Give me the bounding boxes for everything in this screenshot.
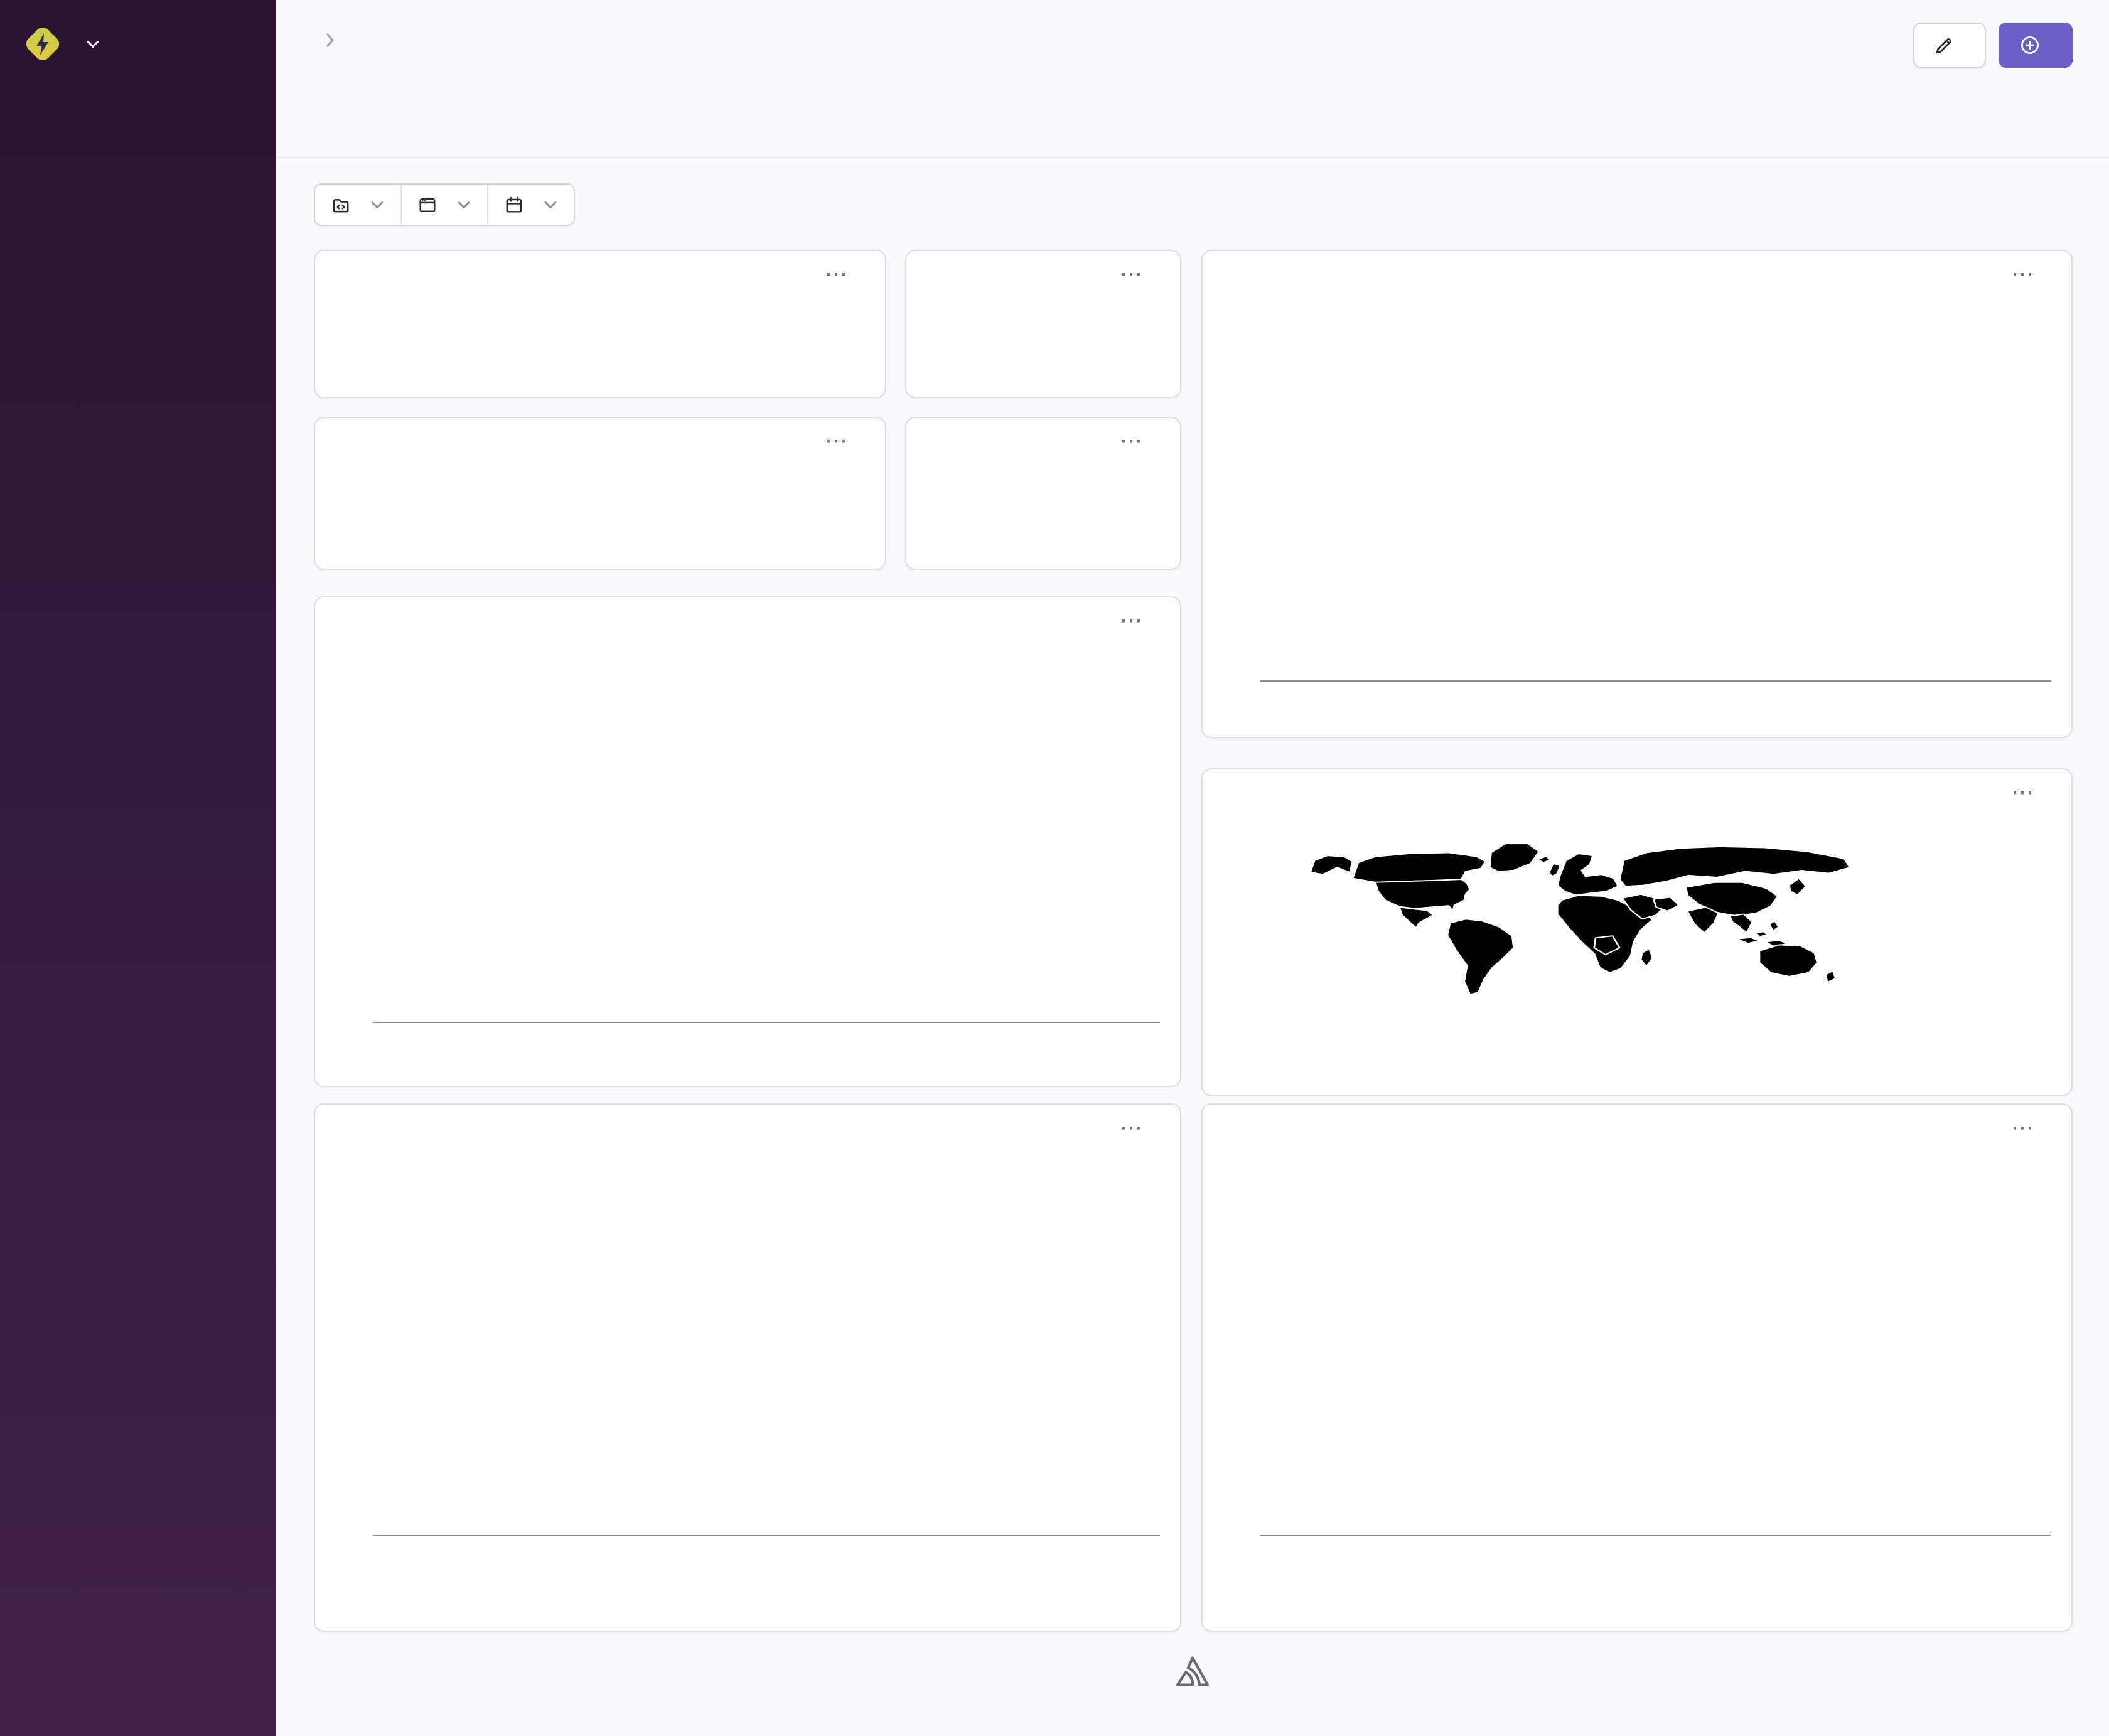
- widget-menu-icon[interactable]: ⋯: [1120, 609, 1144, 631]
- widget-total-errors: ⋯: [905, 417, 1181, 570]
- widget-delivery-velocity: ⋯: [314, 1103, 1181, 1632]
- app: ⋯ ⋯ ⋯ ⋯ ⋯ ⋯ ⋯ ⋯ ⋯: [0, 0, 2109, 1736]
- org-avatar: [20, 21, 65, 67]
- chevron-right-icon: [325, 33, 335, 48]
- chart-plot: [1260, 345, 2051, 682]
- widget-menu-icon[interactable]: ⋯: [825, 429, 849, 452]
- chevron-down-icon: [544, 201, 557, 208]
- world-map: [1309, 843, 1851, 995]
- window-icon: [419, 198, 436, 212]
- map-color-scale: [2006, 817, 2039, 1013]
- sidebar: [0, 0, 276, 1736]
- plus-circle-icon: [2020, 36, 2039, 55]
- chevron-down-icon: [371, 201, 384, 208]
- widget-menu-icon[interactable]: ⋯: [2011, 781, 2035, 803]
- date-range-filter[interactable]: [487, 185, 574, 225]
- widget-menu-icon[interactable]: ⋯: [1120, 262, 1144, 285]
- pencil-icon: [1936, 38, 1951, 53]
- project-filter[interactable]: [315, 185, 400, 225]
- widget-user-misery: ⋯: [1201, 1103, 2073, 1632]
- chart-plot: [373, 1200, 1160, 1536]
- folder-code-icon: [333, 198, 349, 212]
- widget-menu-icon[interactable]: ⋯: [1120, 429, 1144, 452]
- environment-filter[interactable]: [400, 185, 487, 225]
- widget-menu-icon[interactable]: ⋯: [2011, 1116, 2035, 1139]
- filter-bar: [314, 183, 575, 226]
- widget-menu-icon[interactable]: ⋯: [2011, 262, 2035, 285]
- widget-failure-rate: ⋯: [314, 417, 886, 570]
- widget-active-users: ⋯: [314, 250, 886, 398]
- chart-plot: [1260, 1200, 2051, 1536]
- widget-key-page-performance: ⋯: [1201, 250, 2073, 738]
- calendar-icon: [506, 196, 522, 212]
- widget-menu-icon[interactable]: ⋯: [1120, 1116, 1144, 1139]
- chevron-down-icon: [458, 201, 470, 208]
- edit-dashboard-button[interactable]: [1913, 23, 1986, 68]
- widget-menu-icon[interactable]: ⋯: [825, 262, 849, 285]
- header-divider: [276, 157, 2109, 158]
- add-widget-button[interactable]: [1999, 23, 2073, 68]
- chevron-down-icon: [87, 40, 99, 48]
- widget-web-vitals: ⋯: [314, 596, 1181, 1087]
- breadcrumb: [314, 33, 346, 48]
- chart-plot: [373, 687, 1160, 1023]
- widget-total-issues: ⋯: [905, 250, 1181, 398]
- sentry-logo: [1171, 1654, 1214, 1695]
- page-footer: [314, 1652, 2071, 1707]
- org-switcher[interactable]: [0, 0, 276, 84]
- map-scale-bar: [2014, 827, 2031, 1003]
- widget-traffic-by-country: ⋯: [1201, 768, 2073, 1096]
